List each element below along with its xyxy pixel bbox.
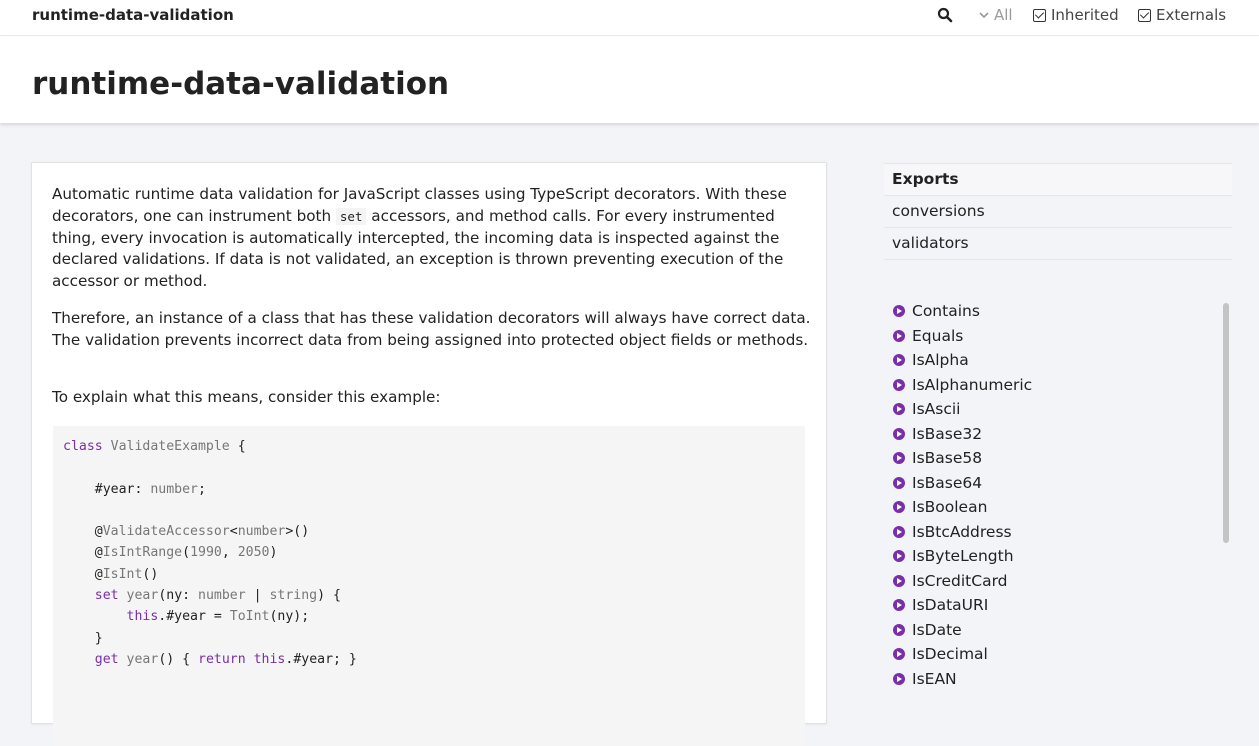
function-item[interactable]: IsAscii bbox=[893, 397, 1213, 422]
function-icon bbox=[893, 476, 905, 489]
function-icon bbox=[893, 623, 905, 636]
function-item[interactable]: IsDecimal bbox=[893, 642, 1213, 667]
code-line: class ValidateExample { bbox=[63, 439, 246, 454]
function-icon bbox=[893, 672, 905, 685]
function-label: IsBtcAddress bbox=[912, 522, 1012, 541]
code-line: #year: number; bbox=[63, 481, 206, 497]
checkbox-checked-icon bbox=[1033, 8, 1046, 22]
function-item[interactable]: Equals bbox=[893, 324, 1213, 349]
function-icon bbox=[893, 525, 905, 538]
function-list: Contains Equals IsAlpha IsAlphanumeric I… bbox=[893, 299, 1213, 691]
function-label: IsDate bbox=[912, 620, 962, 639]
inherited-label: Inherited bbox=[1051, 6, 1119, 24]
nav-item-conversions[interactable]: conversions bbox=[884, 195, 1232, 227]
function-label: IsBase58 bbox=[912, 449, 983, 468]
search-icon[interactable] bbox=[937, 7, 953, 23]
function-item[interactable]: IsBase32 bbox=[893, 422, 1213, 447]
function-icon bbox=[893, 354, 905, 367]
function-label: IsEAN bbox=[912, 669, 957, 688]
function-label: IsAlpha bbox=[912, 351, 969, 370]
page-title: runtime-data-validation bbox=[32, 66, 450, 102]
nav-item-validators[interactable]: validators bbox=[884, 227, 1232, 260]
intro-paragraph: Automatic runtime data validation for Ja… bbox=[52, 184, 812, 293]
function-icon bbox=[893, 574, 905, 587]
chevron-down-icon bbox=[979, 12, 989, 19]
function-icon bbox=[893, 403, 905, 416]
function-item[interactable]: IsBtcAddress bbox=[893, 520, 1213, 545]
function-item[interactable]: IsBase58 bbox=[893, 446, 1213, 471]
function-label: IsDecimal bbox=[912, 645, 988, 664]
function-icon bbox=[893, 305, 905, 318]
top-toolbar: runtime-data-validation All Inherited Ex… bbox=[0, 0, 1259, 36]
function-icon bbox=[893, 378, 905, 391]
inherited-checkbox[interactable]: Inherited bbox=[1033, 6, 1119, 24]
function-label: IsAscii bbox=[912, 400, 961, 419]
function-icon bbox=[893, 329, 905, 342]
function-item[interactable]: IsDataURI bbox=[893, 593, 1213, 618]
checkbox-checked-icon bbox=[1138, 8, 1151, 22]
function-item[interactable]: IsAlphanumeric bbox=[893, 373, 1213, 398]
visibility-select-label: All bbox=[994, 6, 1013, 24]
code-block: class ValidateExample { #year: number; @… bbox=[53, 426, 805, 746]
function-label: IsDataURI bbox=[912, 596, 989, 615]
function-item[interactable]: IsAlpha bbox=[893, 348, 1213, 373]
function-icon bbox=[893, 452, 905, 465]
second-paragraph: Therefore, an instance of a class that h… bbox=[52, 309, 811, 349]
third-paragraph: To explain what this means, consider thi… bbox=[52, 388, 441, 406]
function-item[interactable]: IsEAN bbox=[893, 667, 1213, 692]
page-header: runtime-data-validation bbox=[0, 36, 1259, 123]
site-title-link[interactable]: runtime-data-validation bbox=[32, 6, 234, 24]
function-icon bbox=[893, 599, 905, 612]
function-item[interactable]: IsDate bbox=[893, 618, 1213, 643]
function-item[interactable]: IsBoolean bbox=[893, 495, 1213, 520]
nav-item-exports[interactable]: Exports bbox=[884, 163, 1232, 195]
code-line: get year() { return this.#year; } bbox=[94, 651, 357, 667]
function-icon bbox=[893, 427, 905, 440]
function-label: IsCreditCard bbox=[912, 571, 1008, 590]
code-line: @IsIntRange(1990, 2050) bbox=[63, 545, 278, 561]
function-label: IsBase32 bbox=[912, 424, 983, 443]
code-line: @ValidateAccessor<number>() bbox=[63, 524, 310, 540]
function-icon bbox=[893, 550, 905, 563]
function-label: IsByteLength bbox=[912, 547, 1014, 566]
code-line: this.#year = ToInt(ny); bbox=[126, 609, 310, 625]
externals-checkbox[interactable]: Externals bbox=[1138, 6, 1226, 24]
function-label: Contains bbox=[912, 302, 980, 321]
code-line: set year(ny: number | string) { bbox=[94, 588, 341, 604]
function-label: IsBoolean bbox=[912, 498, 988, 517]
function-item[interactable]: Contains bbox=[893, 299, 1213, 324]
function-label: Equals bbox=[912, 326, 964, 345]
function-label: IsBase64 bbox=[912, 473, 983, 492]
function-icon bbox=[893, 648, 905, 661]
function-label: IsAlphanumeric bbox=[912, 375, 1033, 394]
readme-card: Automatic runtime data validation for Ja… bbox=[31, 162, 827, 746]
visibility-select[interactable]: All bbox=[978, 6, 1013, 24]
inline-code: set bbox=[335, 207, 367, 225]
function-item[interactable]: IsBase64 bbox=[893, 471, 1213, 496]
externals-label: Externals bbox=[1156, 6, 1227, 24]
function-icon bbox=[893, 501, 905, 514]
sidebar-navigation: Exports conversions validators bbox=[884, 163, 1232, 260]
code-line: } bbox=[63, 630, 103, 646]
code-line: @IsInt() bbox=[63, 566, 159, 582]
function-item[interactable]: IsCreditCard bbox=[893, 569, 1213, 594]
function-item[interactable]: IsByteLength bbox=[893, 544, 1213, 569]
sidebar-scrollbar[interactable] bbox=[1223, 303, 1229, 543]
